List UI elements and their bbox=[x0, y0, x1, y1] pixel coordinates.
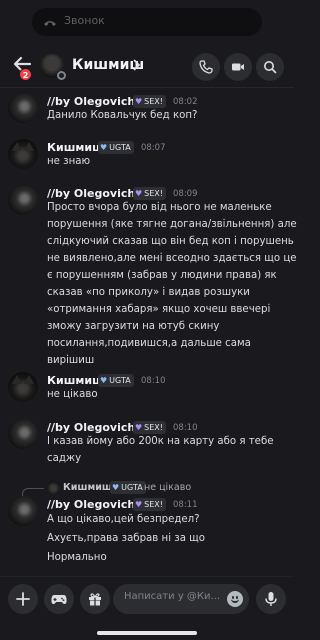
message-author[interactable]: Кишмиш bbox=[47, 374, 104, 387]
composer-bar bbox=[0, 576, 294, 640]
message-time: 08:11 bbox=[173, 500, 198, 510]
phone-icon bbox=[44, 21, 56, 26]
avatar[interactable] bbox=[8, 185, 38, 215]
unread-badge: 2 bbox=[19, 68, 32, 81]
message-input[interactable] bbox=[124, 591, 220, 602]
video-camera-icon bbox=[232, 63, 244, 71]
message-text-line: саджу bbox=[47, 453, 82, 464]
message-text-line: І казав йому або 200к на карту або я теб… bbox=[47, 436, 274, 447]
gamepad-icon bbox=[51, 595, 67, 604]
role-tag: ♥ SEX! bbox=[133, 187, 166, 200]
role-tag: ♥ SEX! bbox=[133, 95, 166, 108]
message-text-line: сказав «по приколу» і видав розшуки bbox=[47, 287, 250, 298]
heart-icon: ♥ bbox=[135, 189, 143, 198]
ongoing-call-pill[interactable]: Звонок bbox=[32, 8, 262, 36]
message-text-line: «отримання хабаря» якщо хочеш ввечері bbox=[47, 304, 271, 315]
role-tag: ♥ SEX! bbox=[133, 421, 166, 434]
message-text-line: А що цікаво,цей безпредел? bbox=[47, 514, 200, 525]
message-time: 08:02 bbox=[173, 97, 198, 107]
message-text-line: є порушенням (забрав у людини права) як bbox=[47, 270, 277, 281]
heart-icon: ♥ bbox=[100, 143, 108, 152]
activities-button[interactable] bbox=[44, 584, 74, 614]
message-author[interactable]: //by Olegovich\\ bbox=[47, 187, 143, 200]
reply-preview-text[interactable]: не цікаво bbox=[144, 482, 191, 493]
message-time: 08:07 bbox=[141, 143, 166, 153]
role-tag: ♥ SEX! bbox=[133, 498, 166, 511]
message-text-line: порушення (яке тягне догана/звільнення) … bbox=[47, 219, 297, 230]
message-time: 08:10 bbox=[141, 376, 166, 386]
gift-icon bbox=[89, 593, 101, 606]
avatar[interactable] bbox=[8, 419, 38, 449]
message-text-line: не виявлено,але мені всеодно здається що… bbox=[47, 253, 297, 264]
search-button[interactable] bbox=[256, 53, 284, 81]
plus-icon bbox=[16, 592, 30, 606]
role-tag: ♥ UGTA bbox=[98, 141, 134, 154]
message-text-line: Ахуєть,права забрав ні за що bbox=[47, 533, 206, 544]
voice-message-button[interactable] bbox=[256, 584, 286, 614]
heart-icon: ♥ bbox=[135, 97, 143, 106]
message-author[interactable]: Кишмиш bbox=[47, 141, 104, 154]
emoji-icon[interactable] bbox=[227, 591, 243, 607]
dm-header: 2 Кишмиш bbox=[0, 46, 294, 88]
message-text: не знаю bbox=[47, 156, 91, 167]
add-attachment-button[interactable] bbox=[8, 584, 38, 614]
avatar[interactable] bbox=[8, 139, 38, 169]
heart-icon: ♥ bbox=[100, 376, 108, 385]
phone-icon bbox=[199, 60, 213, 74]
avatar[interactable] bbox=[8, 496, 38, 526]
message-time: 08:09 bbox=[173, 189, 198, 199]
reply-avatar bbox=[47, 481, 60, 494]
message-text-line: Просто вчора було від нього не маленьке bbox=[47, 202, 272, 213]
message-text: Данило Ковальчук бед коп? bbox=[47, 110, 198, 121]
role-tag: ♥ UGTA bbox=[110, 481, 146, 494]
avatar[interactable] bbox=[8, 93, 38, 123]
message-text-line: вирішиш bbox=[47, 355, 95, 366]
message-author[interactable]: //by Olegovich\\ bbox=[47, 95, 143, 108]
avatar[interactable] bbox=[40, 54, 66, 80]
gift-button[interactable] bbox=[80, 584, 110, 614]
message-author[interactable]: //by Olegovich\\ bbox=[47, 421, 143, 434]
chevron-right-icon[interactable] bbox=[131, 58, 141, 72]
search-icon bbox=[264, 61, 277, 74]
role-tag: ♥ UGTA bbox=[98, 374, 134, 387]
voice-call-button[interactable] bbox=[192, 53, 220, 81]
message-text-line: посилання,подивишся,а дальше сама bbox=[47, 338, 251, 349]
reply-author[interactable]: Кишмиш bbox=[63, 482, 112, 493]
message-time: 08:10 bbox=[173, 423, 198, 433]
microphone-icon bbox=[265, 592, 277, 606]
home-indicator bbox=[97, 631, 197, 635]
video-call-button[interactable] bbox=[224, 53, 252, 81]
message-input-box[interactable] bbox=[113, 584, 249, 614]
heart-icon: ♥ bbox=[135, 500, 143, 509]
status-indicator bbox=[57, 71, 66, 80]
call-label: Звонок bbox=[64, 14, 105, 27]
message-text-line: слідкуючий сказав що він бед коп і поруш… bbox=[47, 236, 294, 247]
avatar[interactable] bbox=[8, 372, 38, 402]
message-text-line: зможу загрузити на ютуб скину bbox=[47, 321, 220, 332]
heart-icon: ♥ bbox=[112, 483, 120, 492]
message-author[interactable]: //by Olegovich\\ bbox=[47, 498, 143, 511]
heart-icon: ♥ bbox=[135, 423, 143, 432]
message-text-line: Нормально bbox=[47, 552, 107, 563]
message-text: не цікаво bbox=[47, 389, 98, 400]
